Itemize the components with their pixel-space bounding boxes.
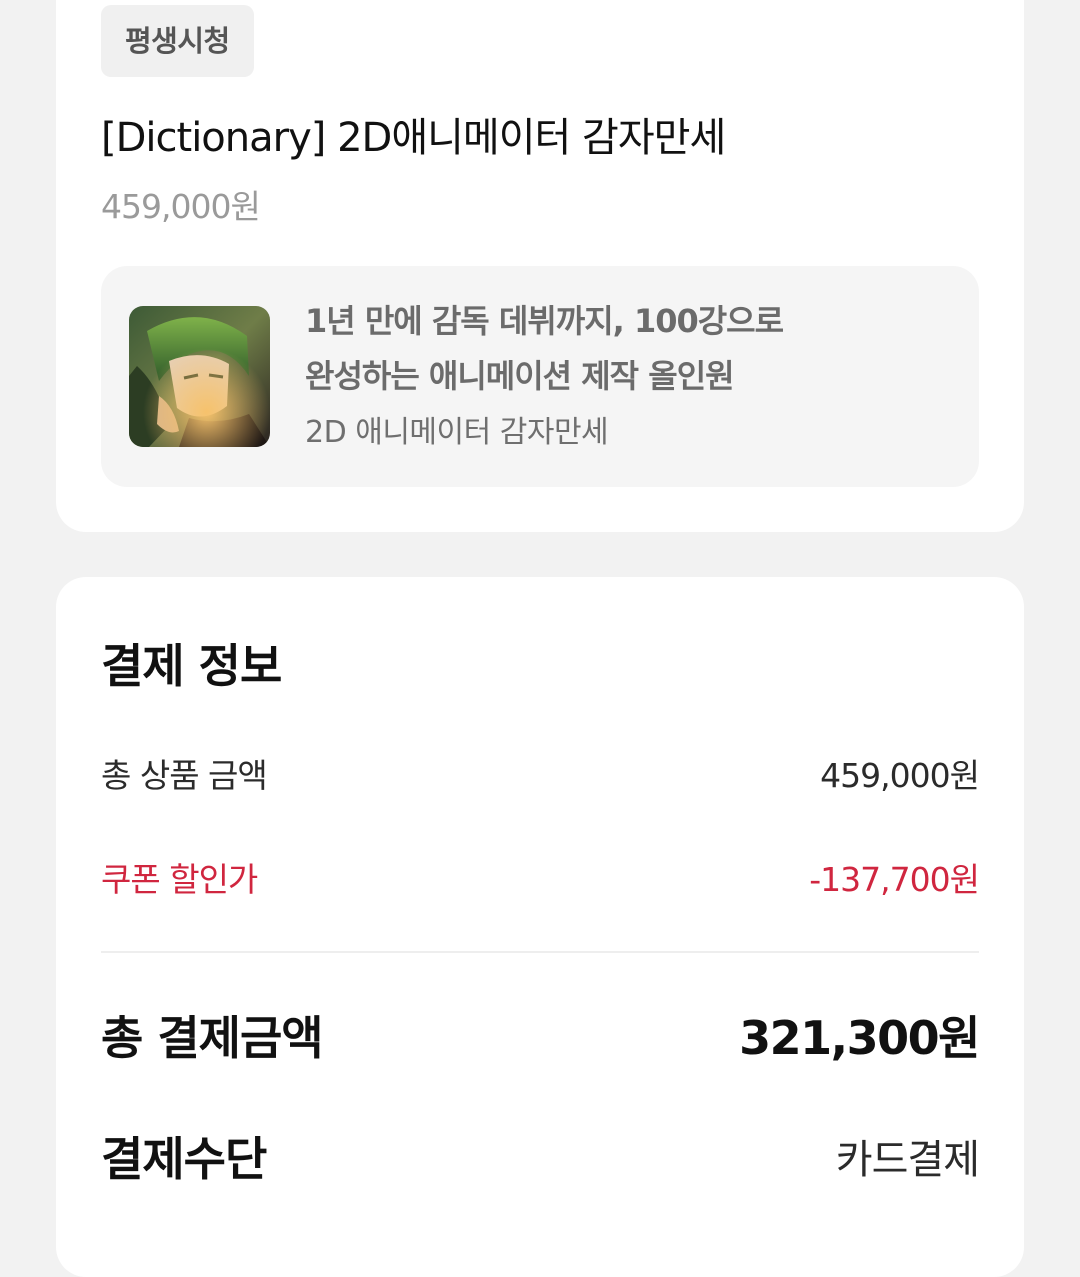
course-item[interactable]: 1년 만에 감독 데뷔까지, 100강으로 완성하는 애니메이션 제작 올인원 … — [101, 266, 979, 487]
course-thumbnail — [129, 306, 270, 447]
product-price: 459,000원 — [101, 187, 261, 226]
anime-character-thumbnail-icon — [129, 306, 270, 447]
lifetime-access-badge: 평생시청 — [101, 5, 254, 77]
course-headline: 1년 만에 감독 데뷔까지, 100강으로 완성하는 애니메이션 제작 올인원 — [305, 294, 925, 404]
subtotal-value: 459,000원 — [820, 756, 980, 795]
total-payment-label: 총 결제금액 — [101, 1011, 324, 1065]
payment-method-label: 결제수단 — [101, 1132, 267, 1186]
payment-info-card: 결제 정보 총 상품 금액 459,000원 쿠폰 할인가 -137,700원 … — [56, 577, 1024, 1277]
subtotal-label: 총 상품 금액 — [101, 756, 268, 795]
course-headline-line-2: 완성하는 애니메이션 제작 올인원 — [305, 357, 735, 395]
total-payment-value: 321,300원 — [739, 1011, 980, 1065]
course-instructor: 2D 애니메이터 감자만세 — [305, 415, 609, 450]
coupon-discount-value: -137,700원 — [809, 860, 980, 899]
payment-method-value: 카드결제 — [835, 1137, 980, 1183]
coupon-discount-label: 쿠폰 할인가 — [101, 860, 258, 899]
product-card: 평생시청 [Dictionary] 2D애니메이터 감자만세 459,000원 — [56, 0, 1024, 532]
payment-section-title: 결제 정보 — [101, 639, 282, 693]
product-title: [Dictionary] 2D애니메이터 감자만세 — [101, 115, 726, 161]
divider — [101, 951, 979, 953]
course-headline-line-1: 1년 만에 감독 데뷔까지, 100강으로 — [305, 302, 784, 340]
